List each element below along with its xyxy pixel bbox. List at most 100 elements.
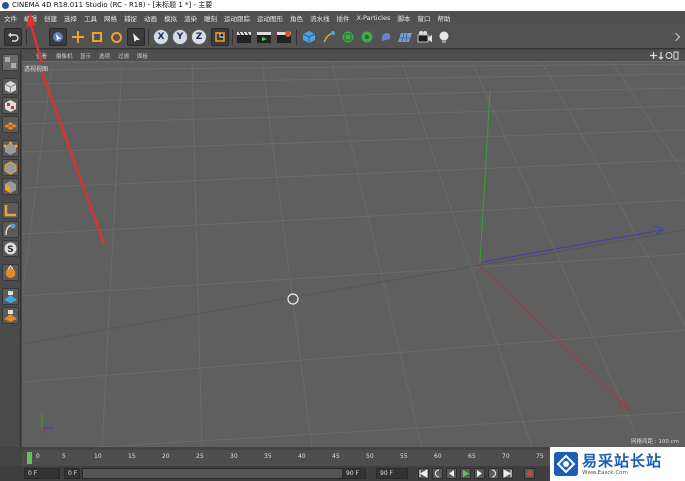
cube-mode-icon bbox=[4, 81, 17, 93]
next-key-button[interactable] bbox=[488, 468, 499, 479]
timeline-tick: 65 bbox=[468, 453, 476, 460]
menu-animate[interactable]: 动画 bbox=[144, 13, 157, 23]
timeline-tick: 40 bbox=[298, 453, 306, 460]
menu-x-particles[interactable]: X-Particles bbox=[357, 14, 391, 22]
menu-character[interactable]: 角色 bbox=[290, 13, 303, 23]
toolbar-overflow-icon[interactable] bbox=[671, 32, 681, 42]
menu-sculpt[interactable]: 雕刻 bbox=[204, 13, 217, 23]
menu-create[interactable]: 创建 bbox=[44, 13, 57, 23]
menu-mesh[interactable]: 网格 bbox=[104, 13, 117, 23]
move-icon bbox=[72, 31, 84, 43]
end-frame-field[interactable]: 90 F bbox=[342, 468, 366, 479]
menu-file[interactable]: 文件 bbox=[4, 13, 17, 23]
points-mode-button[interactable] bbox=[2, 140, 19, 157]
axis-mode-button[interactable] bbox=[2, 202, 19, 219]
viewport-menu-bar: 查看 摄像机 显示 选项 过滤 面板 bbox=[22, 50, 685, 61]
texture-mode-button[interactable] bbox=[2, 97, 19, 114]
light-button[interactable] bbox=[435, 28, 453, 46]
arrow-cursor-icon bbox=[133, 33, 140, 42]
timeline-tick: 50 bbox=[366, 453, 374, 460]
timeline-tick: 0 bbox=[36, 453, 40, 460]
cinema4d-logo-icon bbox=[2, 2, 9, 9]
menu-mograph[interactable]: 运动图形 bbox=[257, 13, 283, 23]
rotate-tool-button[interactable] bbox=[107, 28, 125, 46]
timeline-tick: 55 bbox=[400, 453, 408, 460]
play-button[interactable] bbox=[460, 468, 471, 479]
coordinate-system-button[interactable] bbox=[211, 28, 229, 46]
undo-button[interactable] bbox=[4, 28, 22, 46]
camera-button[interactable] bbox=[416, 28, 434, 46]
render-view-button[interactable] bbox=[235, 28, 253, 46]
viewport-solo-button[interactable] bbox=[2, 264, 19, 281]
viewport-menu-panel[interactable]: 面板 bbox=[137, 52, 148, 60]
add-cube-button[interactable] bbox=[300, 28, 318, 46]
snap-button[interactable]: S bbox=[2, 240, 19, 257]
last-tool-button[interactable] bbox=[127, 28, 145, 46]
menu-help[interactable]: 帮助 bbox=[437, 13, 450, 23]
deformer-button[interactable] bbox=[377, 28, 395, 46]
edges-mode-icon bbox=[4, 161, 17, 175]
tweak-mode-button[interactable] bbox=[2, 221, 19, 238]
menu-motion-tracking[interactable]: 运动跟踪 bbox=[224, 13, 250, 23]
render-settings-button[interactable] bbox=[275, 28, 293, 46]
timeline-tick: 60 bbox=[434, 453, 442, 460]
polygons-mode-button[interactable] bbox=[2, 178, 19, 195]
menu-window[interactable]: 窗口 bbox=[417, 13, 430, 23]
menu-snap[interactable]: 捕捉 bbox=[124, 13, 137, 23]
x-axis-lock-button[interactable]: X bbox=[153, 29, 169, 45]
y-axis-lock-button[interactable]: Y bbox=[172, 29, 188, 45]
subdivision-icon bbox=[342, 31, 354, 43]
go-to-start-button[interactable] bbox=[418, 468, 429, 479]
viewport-menu-display[interactable]: 显示 bbox=[80, 52, 91, 60]
timeline-tick: 10 bbox=[94, 453, 102, 460]
previous-frame-button[interactable] bbox=[446, 468, 457, 479]
pen-spline-button[interactable] bbox=[320, 28, 338, 46]
locked-workplane-button[interactable] bbox=[2, 307, 19, 324]
move-tool-button[interactable] bbox=[69, 28, 87, 46]
watermark-logo-icon bbox=[554, 452, 578, 476]
viewport-menu-cameras[interactable]: 摄像机 bbox=[56, 52, 73, 60]
grid-mode-button[interactable] bbox=[2, 288, 19, 305]
menu-script[interactable]: 脚本 bbox=[397, 13, 410, 23]
step-back-icon bbox=[449, 470, 454, 477]
workplane-mode-button[interactable] bbox=[2, 116, 19, 133]
menu-select[interactable]: 选择 bbox=[64, 13, 77, 23]
subdivision-surface-button[interactable] bbox=[339, 28, 357, 46]
viewport-menu-options[interactable]: 选项 bbox=[99, 52, 110, 60]
scale-tool-button[interactable] bbox=[88, 28, 106, 46]
array-button[interactable] bbox=[358, 28, 376, 46]
record-button[interactable] bbox=[524, 468, 535, 479]
menu-render[interactable]: 渲染 bbox=[184, 13, 197, 23]
timeline-tick: 35 bbox=[264, 453, 272, 460]
edges-mode-button[interactable] bbox=[2, 159, 19, 176]
previous-key-button[interactable] bbox=[432, 468, 443, 479]
start-frame-field[interactable]: 0 F bbox=[24, 468, 60, 479]
preview-end-field[interactable]: 90 F bbox=[376, 468, 408, 479]
locked-plane-icon bbox=[4, 310, 17, 322]
rotate-icon bbox=[110, 31, 122, 43]
menu-plugins[interactable]: 插件 bbox=[337, 13, 350, 23]
select-tool-button[interactable] bbox=[49, 28, 67, 46]
menu-pipeline[interactable]: 流水线 bbox=[310, 13, 330, 23]
next-frame-button[interactable] bbox=[474, 468, 485, 479]
z-axis-line bbox=[476, 262, 628, 408]
floor-button[interactable] bbox=[396, 28, 414, 46]
render-to-picture-viewer-button[interactable] bbox=[255, 28, 273, 46]
perspective-viewport[interactable]: 透视视图 网格间距 : 100 cm bbox=[22, 61, 685, 447]
timeline-tick: 20 bbox=[162, 453, 170, 460]
timeline-tick: 5 bbox=[62, 453, 66, 460]
timeline-tick: 25 bbox=[196, 453, 204, 460]
z-axis-lock-button[interactable]: Z bbox=[191, 29, 207, 45]
make-editable-button[interactable] bbox=[2, 54, 19, 71]
menu-tools[interactable]: 工具 bbox=[84, 13, 97, 23]
go-to-end-button[interactable] bbox=[502, 468, 513, 479]
grid-spacing-label: 网格间距 : 100 cm bbox=[631, 439, 679, 445]
timeline-tick: 30 bbox=[230, 453, 238, 460]
frame-range-slider[interactable] bbox=[82, 468, 362, 479]
menu-simulate[interactable]: 模拟 bbox=[164, 13, 177, 23]
current-frame-field[interactable]: 0 F bbox=[64, 468, 80, 479]
viewport-menu-filter[interactable]: 过滤 bbox=[118, 52, 129, 60]
timeline-playhead[interactable] bbox=[27, 452, 32, 464]
viewport-nav-icons[interactable] bbox=[649, 51, 679, 60]
model-mode-button[interactable] bbox=[2, 78, 19, 95]
